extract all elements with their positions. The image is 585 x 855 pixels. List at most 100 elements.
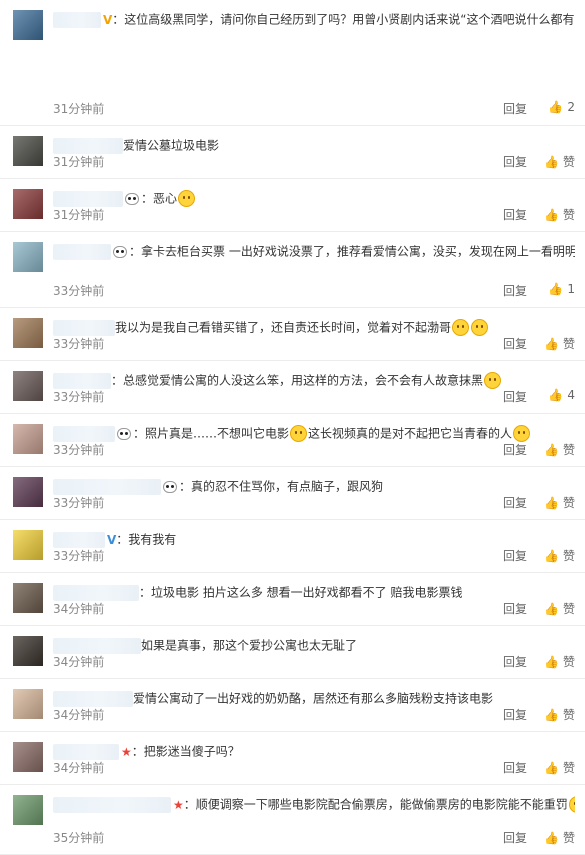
avatar[interactable] [13,636,43,666]
username-blurred[interactable] [53,11,101,28]
reply-button[interactable]: 回复 [503,829,527,846]
username-blurred[interactable] [53,584,139,601]
avatar[interactable] [13,10,43,40]
username-blurred[interactable] [53,478,161,495]
avatar[interactable] [13,242,43,272]
username-blurred[interactable] [53,743,119,760]
comment-text: ：拿卡去柜台买票 一出好戏说没票了，推荐看爱情公寓，没买，发现在网上一看明 [129,244,565,259]
reply-button[interactable]: 回复 [503,100,527,117]
avatar[interactable] [13,424,43,454]
comment-text: 这长视频真的是对不起把它当青春的人 [308,426,513,441]
reply-button[interactable]: 回复 [503,494,527,511]
thumbs-up-icon: 👍 [543,761,559,775]
username-blurred[interactable] [53,796,171,813]
username-blurred[interactable] [53,190,123,207]
avatar[interactable] [13,136,43,166]
comment-item: ：总感觉爱情公寓的人没这么笨，用这样的方法，会不会有人故意抹黑 33分钟前 回复 👍 4 [0,361,585,414]
like-button[interactable]: 👍 赞 [544,829,575,846]
comment-item: V：这位高级黑同学，请问你自己经历到了吗？用曾小贤剧内话来说“这个酒吧说什么都有… [0,0,585,126]
timestamp: 34分钟前 [53,708,105,722]
like-button[interactable]: 👍 1 [548,282,575,296]
comment-item: ：照片真是……不想叫它电影 这长视频真的是对不起把它当青春的人 33分钟前 回复 👍 赞 [0,414,585,467]
avatar[interactable] [13,583,43,613]
comment-item: ★：顺便调察一下哪些电影院配合偷票房，能做偷票房的电影院能不能重罚坚决抵制这种电… [0,785,585,855]
like-button[interactable]: 👍 赞 [544,759,575,776]
comment-text: ：我有我有 [116,532,177,547]
avatar-image [13,318,43,348]
reply-button[interactable]: 回复 [503,600,527,617]
comment-footer: 31分钟前 回复 👍 2 [53,100,575,116]
reply-button[interactable]: 回复 [503,335,527,352]
username-blurred[interactable] [53,531,105,548]
username-blurred[interactable] [53,319,115,336]
avatar-image [13,742,43,772]
avatar-image [13,636,43,666]
avatar[interactable] [13,795,43,825]
avatar[interactable] [13,742,43,772]
comment-footer: 34分钟前 回复 👍 赞 [53,600,575,616]
like-button[interactable]: 👍 赞 [544,600,575,617]
comment-item: 我以为是我自己看错买错了，还自责还长时间，觉着对不起渤哥 33分钟前 回复 👍 赞 [0,308,585,361]
comment-footer: 33分钟前 回复 👍 赞 [53,335,575,351]
avatar[interactable] [13,689,43,719]
username-blurred[interactable] [53,372,111,389]
like-count: 2 [567,100,575,114]
avatar-image [13,530,43,560]
reply-button[interactable]: 回复 [503,653,527,670]
like-count: 赞 [562,337,575,351]
avatar[interactable] [13,530,43,560]
thumbs-up-icon: 👍 [543,443,559,457]
username-blurred[interactable] [53,243,111,260]
comment-text: ：总感觉爱情公寓的人没这么笨，用这样的方法，会不会有人故意抹黑 [111,373,484,388]
avatar[interactable] [13,318,43,348]
username-blurred[interactable] [53,690,133,707]
reply-button[interactable]: 回复 [503,282,527,299]
comment-footer: 31分钟前 回复 👍 赞 [53,153,575,169]
like-button[interactable]: 👍 赞 [544,653,575,670]
avatar[interactable] [13,371,43,401]
comment-body: ：拿卡去柜台买票 一出好戏说没票了，推荐看爱情公寓，没买，发现在网上一看明明有票… [53,240,575,262]
reply-button[interactable]: 回复 [503,206,527,223]
comment-text: 爱情公寓动了一出好戏的奶奶酪，居然还有那么多脑残粉支持该电影 [133,691,494,706]
avatar[interactable] [13,477,43,507]
reply-button[interactable]: 回复 [503,441,527,458]
comment-footer: 33分钟前 回复 👍 赞 [53,494,575,510]
emoji-icon [568,796,575,813]
like-button[interactable]: 👍 赞 [544,206,575,223]
reply-button[interactable]: 回复 [503,388,527,405]
username-blurred[interactable] [53,137,123,154]
username-blurred[interactable] [53,637,141,654]
comment-line: ：拿卡去柜台买票 一出好戏说没票了，推荐看爱情公寓，没买，发现在网上一看明明有票… [53,240,575,262]
comment-list: V：这位高级黑同学，请问你自己经历到了吗？用曾小贤剧内话来说“这个酒吧说什么都有… [0,0,585,855]
like-button[interactable]: 👍 赞 [544,547,575,564]
avatar-image [13,242,43,272]
thumbs-up-icon: 👍 [543,831,559,845]
like-count: 赞 [562,155,575,169]
comment-item: 如果是真事，那这个爱抄公寓也太无耻了 34分钟前 回复 👍 赞 [0,626,585,679]
like-button[interactable]: 👍 4 [548,388,575,402]
comment-text: ：顺便调察一下哪些电影院配合偷票房，能做偷票房的电影院能不能重罚 [183,797,568,812]
comment-item: 爱情公寓动了一出好戏的奶奶酪，居然还有那么多脑残粉支持该电影 34分钟前 回复 👍 赞 [0,679,585,732]
avatar-image [13,583,43,613]
comment-text: ：这位高级黑同学，请问你自己经历到了吗？用曾小贤剧内话来说“这个酒吧说什么都有人 [112,12,575,27]
avatar[interactable] [13,189,43,219]
reply-button[interactable]: 回复 [503,547,527,564]
comment-text: ：垃圾电影 拍片这么多 想看一出好戏都看不了 赔我电影票钱 [139,585,463,600]
reply-button[interactable]: 回复 [503,759,527,776]
reply-button[interactable]: 回复 [503,153,527,170]
member-star-icon: ★ [173,797,184,812]
username-blurred[interactable] [53,425,115,442]
emoji-icon [178,190,196,207]
like-button[interactable]: 👍 赞 [544,153,575,170]
reply-button[interactable]: 回复 [503,706,527,723]
like-button[interactable]: 👍 赞 [544,706,575,723]
like-button[interactable]: 👍 赞 [544,441,575,458]
timestamp: 33分钟前 [53,496,105,510]
like-button[interactable]: 👍 赞 [544,494,575,511]
like-button[interactable]: 👍 2 [548,100,575,114]
like-button[interactable]: 👍 赞 [544,335,575,352]
like-count: 赞 [562,602,575,616]
thumbs-up-icon: 👍 [543,337,559,351]
like-count: 赞 [562,708,575,722]
emoji-icon [471,319,489,336]
